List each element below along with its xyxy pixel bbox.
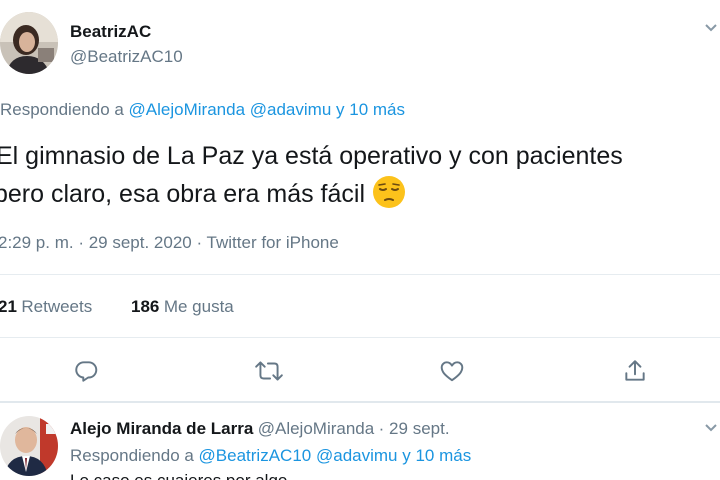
share-button[interactable]	[622, 358, 648, 384]
retweets-stat[interactable]: 21 Retweets	[0, 297, 92, 317]
reply-text-partial: Lo caso es cuaieres por algo	[70, 471, 287, 480]
mention-more[interactable]: y 10 más	[336, 100, 405, 119]
mention-adavimu[interactable]: @adavimu	[316, 446, 398, 465]
retweets-count: 21	[0, 297, 17, 316]
replying-to-prefix: Respondiendo a	[0, 100, 129, 119]
heart-icon	[439, 358, 465, 384]
mention-more[interactable]: y 10 más	[402, 446, 471, 465]
like-button[interactable]	[439, 358, 465, 384]
mention-alejomiranda[interactable]: @AlejoMiranda	[129, 100, 245, 119]
divider	[0, 274, 720, 275]
reply-time[interactable]: · 29 sept.	[379, 419, 450, 438]
tweet-timestamp[interactable]: 2:29 p. m. · 29 sept. 2020 ·	[0, 233, 207, 252]
tweet-text: El gimnasio de La Paz ya está operativo …	[0, 138, 623, 213]
chevron-down-icon[interactable]	[704, 420, 718, 438]
tweet-source[interactable]: Twitter for iPhone	[207, 233, 339, 252]
reply-button[interactable]	[73, 358, 99, 384]
likes-label: Me gusta	[163, 297, 234, 316]
share-icon	[622, 358, 648, 384]
reply-author-avatar[interactable]	[0, 416, 58, 476]
tweet-text-line-1: El gimnasio de La Paz ya está operativo …	[0, 142, 623, 170]
mention-adavimu[interactable]: @adavimu	[250, 100, 332, 119]
likes-count: 186	[131, 297, 160, 316]
divider	[0, 337, 720, 338]
replying-to: Respondiendo a @AlejoMiranda @adavimu y …	[0, 100, 405, 120]
author-name[interactable]: BeatrizAC	[70, 22, 151, 42]
divider	[0, 401, 720, 403]
author-avatar[interactable]	[0, 12, 58, 74]
reply-author-name[interactable]: Alejo Miranda de Larra	[70, 419, 253, 438]
author-handle[interactable]: @BeatrizAC10	[70, 47, 183, 67]
reply-author-handle[interactable]: @AlejoMiranda	[258, 419, 374, 438]
retweets-label: Retweets	[21, 297, 93, 316]
pensive-face-icon	[372, 175, 406, 209]
mention-beatrizac10[interactable]: @BeatrizAC10	[199, 446, 312, 465]
chevron-down-icon[interactable]	[704, 20, 718, 38]
retweet-button[interactable]	[254, 358, 284, 384]
reply-icon	[73, 358, 99, 384]
tweet-meta: 2:29 p. m. · 29 sept. 2020 · Twitter for…	[0, 233, 339, 253]
likes-stat[interactable]: 186 Me gusta	[131, 297, 234, 317]
reply-header: Alejo Miranda de Larra @AlejoMiranda · 2…	[70, 419, 450, 439]
replying-to-prefix: Respondiendo a	[70, 446, 199, 465]
tweet-text-line-2: pero claro, esa obra era más fácil	[0, 180, 366, 208]
reply-replying-to: Respondiendo a @BeatrizAC10 @adavimu y 1…	[70, 446, 471, 466]
retweet-icon	[254, 358, 284, 384]
tweet-text-line-2-wrap: pero claro, esa obra era más fácil	[0, 175, 623, 213]
